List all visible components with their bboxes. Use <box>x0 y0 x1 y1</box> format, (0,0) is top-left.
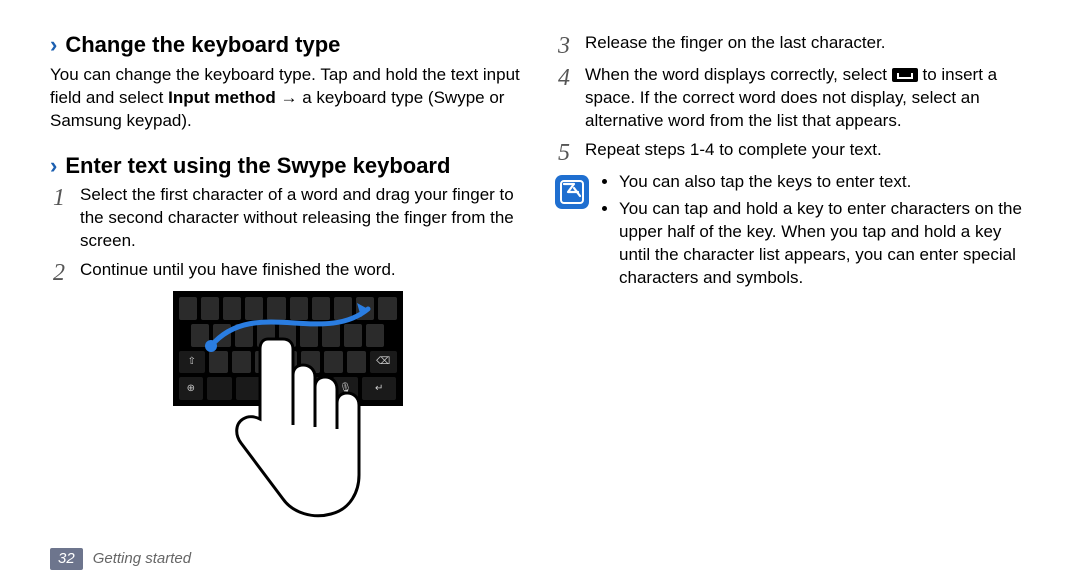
chevron-icon: › <box>50 30 57 60</box>
swype-keyboard-figure: ⇧ ⌫ ⊕ 🎙 ↵ <box>153 291 423 406</box>
page-footer: 32 Getting started <box>50 548 191 570</box>
step-4: 4 When the word displays correctly, sele… <box>555 64 1030 133</box>
page-number: 32 <box>50 548 83 570</box>
left-column: › Change the keyboard type You can chang… <box>50 28 525 406</box>
note-item: You can tap and hold a key to enter char… <box>619 198 1030 290</box>
step-number: 3 <box>555 32 573 58</box>
note-icon <box>555 175 589 209</box>
spacebar-key <box>236 377 300 400</box>
keyboard-illustration: ⇧ ⌫ ⊕ 🎙 ↵ <box>173 291 403 406</box>
note-box: You can also tap the keys to enter text.… <box>555 171 1030 294</box>
chevron-icon: › <box>50 151 57 181</box>
section-title: Enter text using the Swype keyboard <box>65 151 450 181</box>
spacebar-icon <box>892 68 918 82</box>
backspace-key-icon: ⌫ <box>370 351 397 374</box>
step-text: When the word displays correctly, select… <box>585 64 1030 133</box>
step-5: 5 Repeat steps 1-4 to complete your text… <box>555 139 1030 165</box>
enter-key-icon: ↵ <box>362 377 397 400</box>
body-bold: Input method <box>168 88 276 107</box>
step-text: Select the first character of a word and… <box>80 184 525 253</box>
step-text: Repeat steps 1-4 to complete your text. <box>585 139 1030 162</box>
step-1: 1 Select the first character of a word a… <box>50 184 525 253</box>
manual-page: › Change the keyboard type You can chang… <box>0 0 1080 586</box>
globe-key-icon: ⊕ <box>179 377 204 400</box>
section-title: Change the keyboard type <box>65 30 340 60</box>
footer-label: Getting started <box>93 549 191 569</box>
step-text: Release the finger on the last character… <box>585 32 1030 55</box>
step-text: Continue until you have finished the wor… <box>80 259 525 282</box>
section-heading-swype: › Enter text using the Swype keyboard <box>50 151 525 181</box>
columns: › Change the keyboard type You can chang… <box>50 28 1030 406</box>
note-list: You can also tap the keys to enter text.… <box>601 171 1030 294</box>
shift-key-icon: ⇧ <box>179 351 206 374</box>
section-heading-change-keyboard: › Change the keyboard type <box>50 30 525 60</box>
step-number: 1 <box>50 184 68 210</box>
note-item: You can also tap the keys to enter text. <box>619 171 1030 194</box>
step-3: 3 Release the finger on the last charact… <box>555 32 1030 58</box>
step-number: 2 <box>50 259 68 285</box>
mic-key-icon: 🎙 <box>333 377 358 400</box>
step-number: 5 <box>555 139 573 165</box>
step4-pre: When the word displays correctly, select <box>585 65 892 84</box>
step-2: 2 Continue until you have finished the w… <box>50 259 525 285</box>
step-number: 4 <box>555 64 573 90</box>
right-column: 3 Release the finger on the last charact… <box>555 28 1030 406</box>
section1-body: You can change the keyboard type. Tap an… <box>50 64 525 133</box>
